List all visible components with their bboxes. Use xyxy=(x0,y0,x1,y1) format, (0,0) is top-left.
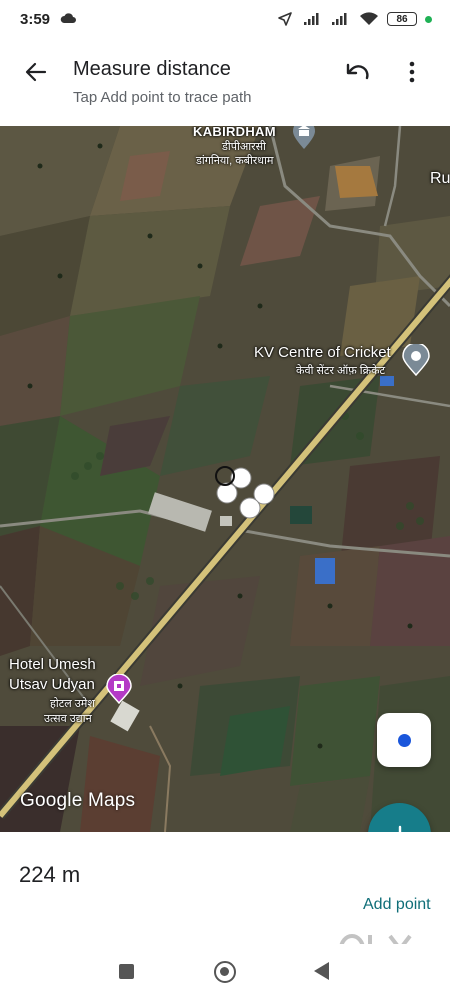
recents-square-icon[interactable] xyxy=(119,964,134,979)
battery-level: 86 xyxy=(396,13,408,25)
distance-value: 224 m xyxy=(19,862,81,887)
cloud-icon xyxy=(60,13,76,23)
my-location-icon xyxy=(397,733,411,747)
signal-icon xyxy=(332,13,347,25)
plus-icon xyxy=(398,825,401,832)
page-subtitle: Tap Add point to trace path xyxy=(73,89,252,106)
place-label-partial[interactable]: Ru xyxy=(430,170,450,188)
place-pin-icon[interactable] xyxy=(402,344,430,376)
back-button[interactable] xyxy=(20,56,52,88)
place-label-kv-cricket[interactable]: KV Centre of Cricket xyxy=(254,344,391,361)
place-label-hotel-line1[interactable]: Hotel Umesh xyxy=(9,656,96,673)
place-label-hotel-hindi-2: उत्सव उद्यान xyxy=(44,713,92,725)
hotel-pin-icon[interactable] xyxy=(106,674,132,704)
arrow-back-icon xyxy=(25,62,47,82)
place-label-kv-cricket-hindi: केवी सेंटर ऑफ़ क्रिकेट xyxy=(296,365,386,377)
system-nav-bar xyxy=(0,944,450,1000)
measurement-panel: 224 m Add point xyxy=(0,832,450,965)
location-arrow-icon xyxy=(278,12,292,26)
place-label-kabirdham[interactable]: KABIRDHAM xyxy=(193,126,276,139)
map-view[interactable]: KABIRDHAM डीपीआरसी डांगनिया, कबीरधाम Ru … xyxy=(0,126,450,832)
app-bar: Measure distance Tap Add point to trace … xyxy=(0,44,450,126)
battery-icon: 86 xyxy=(387,12,417,26)
place-label-hotel-line2[interactable]: Utsav Udyan xyxy=(9,676,95,693)
more-options-button[interactable] xyxy=(396,56,428,88)
wifi-icon xyxy=(360,12,378,25)
home-circle-icon[interactable] xyxy=(214,961,236,983)
status-time: 3:59 xyxy=(20,11,51,28)
page-title: Measure distance xyxy=(73,58,231,80)
status-icons: 86 xyxy=(275,12,432,26)
back-triangle-icon[interactable] xyxy=(314,962,329,980)
google-maps-attribution: Google Maps xyxy=(20,790,136,811)
place-label-kabirdham-hindi-1: डीपीआरसी xyxy=(222,141,266,153)
measurement-points[interactable] xyxy=(208,462,280,522)
privacy-indicator xyxy=(425,15,432,23)
place-label-kabirdham-hindi-2: डांगनिया, कबीरधाम xyxy=(196,155,274,167)
undo-icon xyxy=(346,63,369,80)
more-vert-icon xyxy=(409,61,415,83)
museum-pin-icon[interactable] xyxy=(292,126,316,150)
place-label-hotel-hindi-1: होटल उमेश xyxy=(50,698,95,710)
signal-icon xyxy=(304,13,319,25)
my-location-button[interactable] xyxy=(377,713,431,767)
undo-button[interactable] xyxy=(342,56,374,88)
status-bar: 3:59 86 xyxy=(0,0,450,44)
add-point-button[interactable]: Add point xyxy=(363,896,431,914)
